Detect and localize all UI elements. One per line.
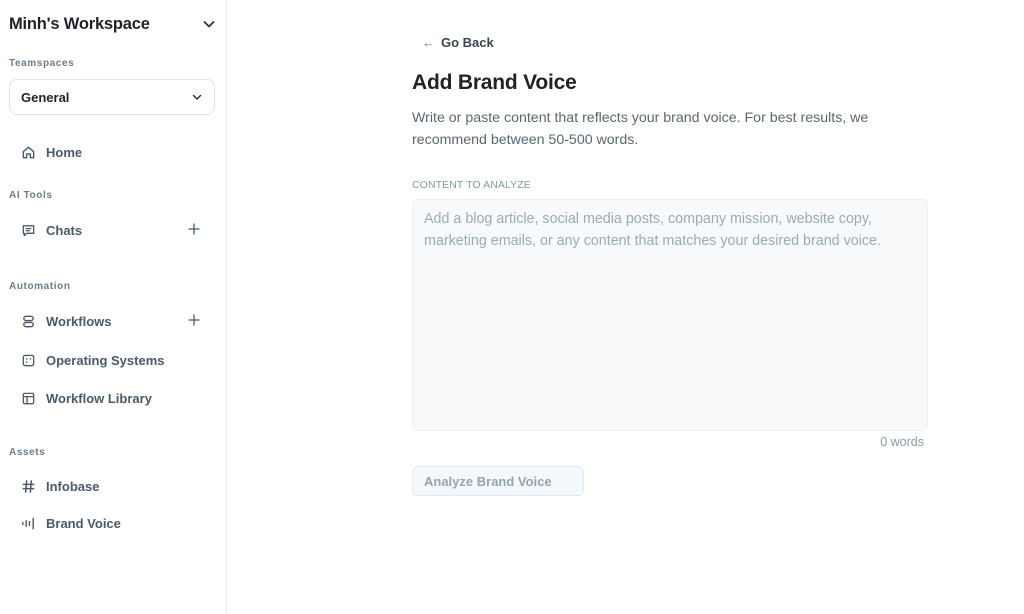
sidebar-item-chats[interactable]: Chats [14, 217, 212, 243]
page-title: Add Brand Voice [412, 71, 577, 94]
analyze-brand-voice-button[interactable]: Analyze Brand Voice → [412, 466, 584, 496]
audio-waveform-icon [20, 515, 36, 531]
go-back-label: Go Back [441, 34, 494, 50]
ai-tools-label: AI Tools [9, 190, 53, 201]
teamspaces-label: Teamspaces [9, 58, 75, 69]
go-back-link[interactable]: ← Go Back [422, 34, 494, 50]
analyze-button-label: Analyze Brand Voice [424, 473, 552, 489]
operating-system-icon [20, 352, 36, 368]
sidebar-item-label: Home [46, 144, 83, 160]
plus-icon [188, 223, 200, 235]
sidebar-item-infobase[interactable]: Infobase [14, 473, 212, 499]
hash-icon [20, 478, 36, 494]
teamspace-selected-value: General [21, 89, 70, 105]
sidebar-item-workflow-library[interactable]: Workflow Library [14, 385, 212, 411]
chevron-down-icon [203, 21, 215, 28]
sidebar-item-label: Chats [46, 222, 83, 238]
sidebar-item-home[interactable]: Home [14, 139, 212, 165]
sidebar-item-label: Infobase [46, 478, 100, 494]
automation-label: Automation [9, 281, 71, 292]
sidebar: Minh's Workspace Teamspaces General Home… [0, 0, 227, 614]
sidebar-item-operating-systems[interactable]: Operating Systems [14, 347, 212, 373]
add-workflow-button[interactable] [186, 312, 202, 328]
sidebar-item-workflows[interactable]: Workflows [14, 308, 212, 334]
home-icon [20, 144, 36, 160]
sidebar-item-brand-voice[interactable]: Brand Voice [14, 510, 212, 536]
add-chat-button[interactable] [186, 221, 202, 237]
page-description: Write or paste content that reflects you… [412, 110, 869, 148]
chevron-down-icon [192, 94, 202, 100]
assets-label: Assets [9, 447, 46, 458]
arrow-right-icon: → [559, 474, 572, 488]
sidebar-item-label: Workflows [46, 313, 112, 329]
sidebar-item-label: Operating Systems [46, 352, 165, 368]
sidebar-item-label: Workflow Library [46, 390, 152, 406]
arrow-left-icon: ← [422, 34, 435, 50]
workspace-switcher[interactable]: Minh's Workspace [9, 12, 217, 36]
workspace-title: Minh's Workspace [9, 14, 150, 33]
sidebar-item-label: Brand Voice [46, 515, 121, 531]
workflow-icon [20, 313, 36, 329]
teamspace-select[interactable]: General [9, 79, 215, 115]
content-to-analyze-input[interactable] [412, 199, 928, 431]
chat-icon [20, 222, 36, 238]
word-count: 0 words [880, 435, 924, 449]
content-field-label: CONTENT TO ANALYZE [412, 179, 531, 191]
library-layout-icon [20, 390, 36, 406]
plus-icon [188, 314, 200, 326]
